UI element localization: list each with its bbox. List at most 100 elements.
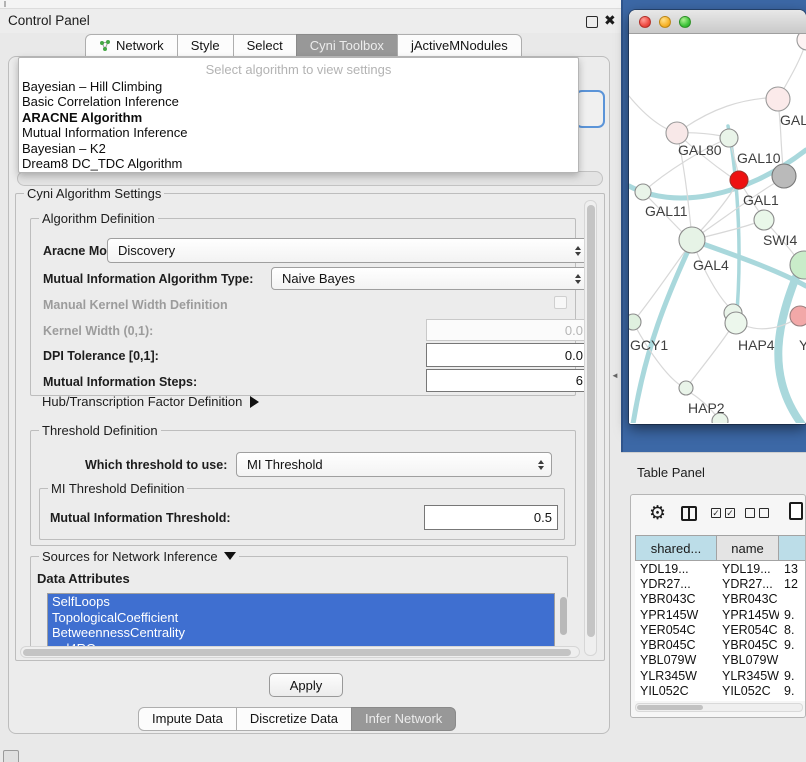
- mi-type-value: Naive Bayes: [282, 271, 355, 286]
- column-header[interactable]: shared...: [635, 535, 717, 561]
- top-tab-bar: NetworkStyleSelectCyni ToolboxjActiveMNo…: [86, 34, 522, 58]
- tab-cyni-toolbox[interactable]: Cyni Toolbox: [296, 34, 398, 58]
- network-node[interactable]: [635, 184, 651, 200]
- manual-kernel-checkbox[interactable]: [554, 296, 567, 309]
- tab-jactivemnodules[interactable]: jActiveMNodules: [397, 34, 522, 58]
- algorithm-item[interactable]: Dream8 DC_TDC Algorithm: [19, 156, 578, 171]
- hub-definition-label: Hub/Transcription Factor Definition: [42, 394, 242, 409]
- apply-button[interactable]: Apply: [269, 673, 343, 697]
- node-label-gal80: GAL80: [678, 142, 722, 158]
- tab-style[interactable]: Style: [177, 34, 234, 58]
- network-node[interactable]: [730, 171, 748, 189]
- network-canvas[interactable]: GALGAL80GAL10GAL1GAL11SWI4GAL4GCY1HAP4YH…: [629, 34, 806, 423]
- settings-horizontal-scrollbar[interactable]: [20, 646, 580, 658]
- node-label-gcy1: GCY1: [630, 337, 668, 353]
- table-row[interactable]: YBR043CYBR043C: [635, 592, 805, 607]
- mi-threshold-input[interactable]: 0.5: [424, 505, 558, 530]
- dpi-tolerance-input[interactable]: 0.0: [426, 343, 589, 367]
- gear-icon[interactable]: ⚙: [649, 502, 666, 525]
- attribute-item[interactable]: SelfLoops: [48, 594, 554, 610]
- checked-checkbox-icon[interactable]: ✓: [725, 508, 735, 518]
- network-node[interactable]: [790, 306, 806, 326]
- split-columns-icon[interactable]: [681, 506, 697, 521]
- table-toolbar: ⚙ ✓ ✓: [631, 499, 806, 531]
- document-icon[interactable]: [789, 502, 803, 520]
- tab-select[interactable]: Select: [233, 34, 297, 58]
- mac-minimize-icon[interactable]: [659, 16, 671, 28]
- close-icon[interactable]: ✖: [604, 12, 616, 29]
- settings-group-title: Cyni Algorithm Settings: [24, 186, 164, 201]
- splitter-arrow-icon[interactable]: ◄: [611, 371, 619, 380]
- network-node[interactable]: [754, 210, 774, 230]
- dropdown-placeholder: Select algorithm to view settings: [19, 61, 578, 79]
- node-table: shared...name YDL19...YDL19...13YDR27...…: [635, 535, 805, 701]
- algorithm-item[interactable]: ARACNE Algorithm: [19, 110, 578, 125]
- network-edge[interactable]: [677, 98, 766, 133]
- network-node[interactable]: [790, 251, 806, 279]
- network-edge[interactable]: [686, 331, 729, 388]
- bottom-tab-impute-data[interactable]: Impute Data: [138, 707, 237, 731]
- table-card: ⚙ ✓ ✓ shared...name YDL19...YDL19...13YD…: [630, 494, 806, 718]
- float-window-icon[interactable]: [586, 16, 598, 28]
- table-row[interactable]: YPR145WYPR145W9.: [635, 607, 805, 622]
- table-row[interactable]: YLR345WYLR345W9.: [635, 668, 805, 683]
- mi-type-label: Mutual Information Algorithm Type:: [43, 272, 253, 286]
- network-node[interactable]: [772, 164, 796, 188]
- column-header[interactable]: name: [717, 535, 779, 561]
- algorithm-item[interactable]: Basic Correlation Inference: [19, 94, 578, 109]
- kernel-width-label: Kernel Width (0,1):: [43, 324, 153, 338]
- top-strip: [0, 0, 621, 9]
- algorithm-item[interactable]: Bayesian – Hill Climbing: [19, 79, 578, 94]
- bottom-tab-discretize-data[interactable]: Discretize Data: [236, 707, 352, 731]
- collapsed-panel-bar[interactable]: [17, 171, 603, 186]
- table-row[interactable]: YER054CYER054C8.: [635, 622, 805, 637]
- attribute-item[interactable]: BetweennessCentrality: [48, 625, 554, 641]
- checked-checkbox-icon[interactable]: ✓: [711, 508, 721, 518]
- column-header[interactable]: [779, 535, 805, 561]
- aracne-mode-select[interactable]: Discovery: [107, 238, 589, 263]
- network-node[interactable]: [666, 122, 688, 144]
- network-node[interactable]: [766, 87, 790, 111]
- node-label-hap2: HAP2: [688, 400, 725, 416]
- network-node[interactable]: [725, 312, 747, 334]
- attribute-item[interactable]: TopologicalCoefficient: [48, 610, 554, 626]
- table-horizontal-scrollbar[interactable]: [635, 703, 803, 712]
- table-row[interactable]: YDL19...YDL19...13: [635, 561, 805, 576]
- network-view-window[interactable]: GALGAL80GAL10GAL1GAL11SWI4GAL4GCY1HAP4YH…: [629, 10, 806, 424]
- focused-button-fragment[interactable]: [575, 90, 605, 128]
- unchecked-checkbox-icon[interactable]: [759, 508, 769, 518]
- network-node[interactable]: [629, 314, 641, 330]
- node-label-hap4: HAP4: [738, 337, 775, 353]
- which-threshold-select[interactable]: MI Threshold: [236, 452, 552, 477]
- bottom-tab-infer-network[interactable]: Infer Network: [351, 707, 456, 731]
- algorithm-item[interactable]: Bayesian – K2: [19, 141, 578, 156]
- mi-type-select[interactable]: Naive Bayes: [271, 267, 589, 290]
- settings-vertical-scrollbar[interactable]: [584, 200, 597, 656]
- table-body: YDL19...YDL19...13YDR27...YDR27...12YBR0…: [635, 561, 805, 699]
- tab-network[interactable]: Network: [85, 34, 178, 58]
- unchecked-checkbox-icon[interactable]: [745, 508, 755, 518]
- network-node[interactable]: [797, 34, 806, 50]
- kernel-width-input[interactable]: 0.0: [426, 319, 589, 341]
- algorithm-item[interactable]: Mutual Information Inference: [19, 125, 578, 140]
- mi-steps-input[interactable]: 6: [426, 369, 589, 392]
- mi-threshold-group-title: MI Threshold Definition: [48, 481, 187, 496]
- network-node[interactable]: [679, 381, 693, 395]
- hub-definition-toggle[interactable]: Hub/Transcription Factor Definition: [42, 394, 259, 409]
- network-edge[interactable]: [629, 96, 674, 132]
- mac-zoom-icon[interactable]: [679, 16, 691, 28]
- table-row[interactable]: YDR27...YDR27...12: [635, 576, 805, 591]
- table-row[interactable]: YBL079WYBL079W: [635, 653, 805, 668]
- sources-group-title[interactable]: Sources for Network Inference: [39, 549, 239, 564]
- mac-close-icon[interactable]: [639, 16, 651, 28]
- bottom-tab-bar: Impute DataDiscretize DataInfer Network: [139, 707, 456, 731]
- corner-widget-icon[interactable]: [3, 750, 19, 762]
- network-node[interactable]: [720, 129, 738, 147]
- network-edge[interactable]: [633, 250, 686, 322]
- network-edge[interactable]: [633, 242, 692, 423]
- node-label-gal: GAL: [780, 112, 806, 128]
- network-node[interactable]: [679, 227, 705, 253]
- sources-group: Sources for Network Inference Data Attri…: [30, 556, 568, 650]
- table-row[interactable]: YBR045CYBR045C9.: [635, 637, 805, 652]
- table-row[interactable]: YIL052CYIL052C9.: [635, 683, 805, 698]
